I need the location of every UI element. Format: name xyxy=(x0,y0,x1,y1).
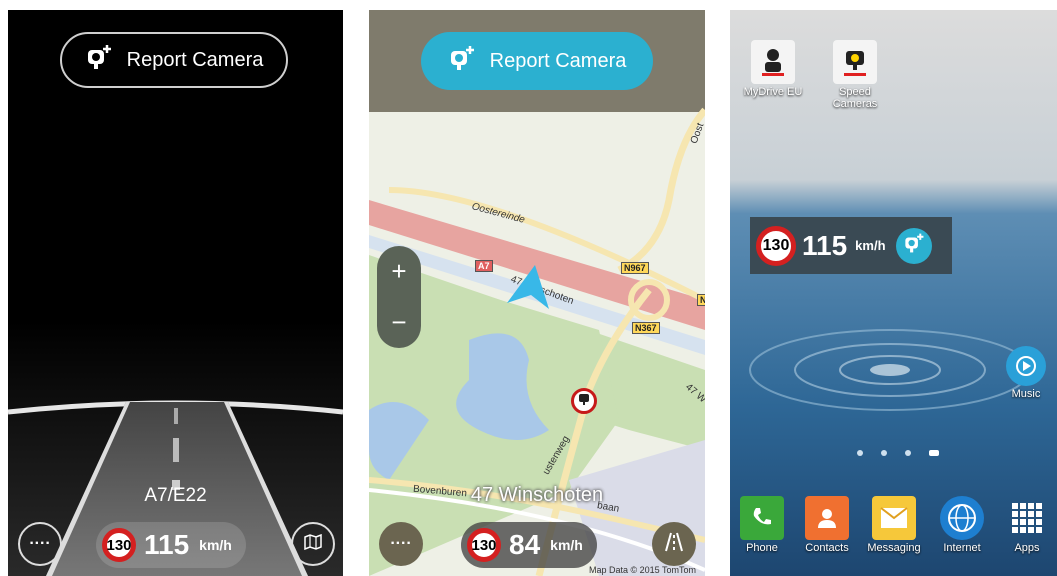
speed-unit: km/h xyxy=(550,537,583,553)
app-mydrive[interactable]: MyDrive EU xyxy=(738,40,808,98)
page-indicator xyxy=(730,450,1057,456)
route-badge: N xyxy=(697,294,705,306)
app-label: Messaging xyxy=(867,542,921,554)
dock-contacts[interactable]: Contacts xyxy=(794,496,860,554)
more-dots-icon: ···· xyxy=(29,535,51,552)
map-view-panel: Report Camera Oostereinde A7 N967 N367 N… xyxy=(369,10,705,576)
road-name: A7/E22 xyxy=(144,485,207,506)
tomtom-speedcam-icon xyxy=(833,40,877,84)
messaging-icon xyxy=(872,496,916,540)
report-camera-button[interactable]: Report Camera xyxy=(421,32,653,90)
speed-display: 130 115 km/h xyxy=(96,522,246,568)
route-badge: N967 xyxy=(621,262,649,274)
current-position-arrow-icon xyxy=(505,265,555,320)
tomtom-mydrive-icon xyxy=(751,40,795,84)
speed-limit-sign: 130 xyxy=(756,225,796,266)
music-icon xyxy=(1006,346,1046,386)
speed-unit: km/h xyxy=(855,238,886,253)
app-label: Apps xyxy=(1014,542,1040,554)
app-label: Internet xyxy=(943,542,981,554)
app-label: MyDrive EU xyxy=(743,86,803,98)
contacts-icon xyxy=(805,496,849,540)
dock-messaging[interactable]: Messaging xyxy=(860,496,928,554)
report-camera-label: Report Camera xyxy=(489,49,627,72)
zoom-control: + − xyxy=(377,246,421,348)
map-attribution: Map Data © 2015 TomTom xyxy=(589,565,697,575)
camera-plus-icon xyxy=(85,43,113,77)
page-dot[interactable] xyxy=(880,450,887,456)
current-speed: 84 xyxy=(509,529,541,560)
page-dot-active[interactable] xyxy=(928,450,939,456)
app-music[interactable]: Music xyxy=(996,346,1056,400)
globe-icon xyxy=(940,496,984,540)
speed-camera-marker[interactable] xyxy=(571,388,597,414)
app-label: Phone xyxy=(746,542,778,554)
more-menu-button[interactable]: ···· xyxy=(379,522,423,566)
phone-icon xyxy=(740,496,784,540)
report-camera-button[interactable]: Report Camera xyxy=(60,32,288,88)
road-icon xyxy=(665,532,683,557)
page-dot[interactable] xyxy=(904,450,911,456)
zoom-out-button[interactable]: − xyxy=(391,307,406,338)
page-dot[interactable] xyxy=(856,450,863,456)
driving-view-panel: Report Camera A7/E22 ···· 130 115 km/h xyxy=(8,10,343,576)
route-view-button[interactable] xyxy=(652,522,696,566)
app-speed-cameras[interactable]: Speed Cameras xyxy=(820,40,890,110)
report-camera-label: Report Camera xyxy=(126,48,264,71)
dock-internet[interactable]: Internet xyxy=(928,496,996,554)
report-camera-button[interactable] xyxy=(895,227,932,264)
current-street-label: 47 Winschoten xyxy=(470,484,604,506)
map-icon xyxy=(304,533,322,555)
dock-phone[interactable]: Phone xyxy=(730,496,794,554)
dock-apps[interactable]: Apps xyxy=(996,496,1057,554)
camera-plus-icon xyxy=(448,44,476,78)
app-label: Speed Cameras xyxy=(832,86,878,110)
route-badge: N367 xyxy=(632,322,660,334)
app-label: Music xyxy=(1011,388,1041,400)
speed-limit-sign: 130 xyxy=(467,528,501,562)
map-view-button[interactable] xyxy=(291,522,335,566)
current-speed: 115 xyxy=(144,529,190,560)
zoom-in-button[interactable]: + xyxy=(391,256,406,287)
more-menu-button[interactable]: ···· xyxy=(18,522,62,566)
current-speed: 115 xyxy=(802,229,848,261)
speed-limit-sign: 130 xyxy=(102,528,136,562)
app-label: Contacts xyxy=(805,542,849,554)
apps-grid-icon xyxy=(1005,496,1049,540)
route-badge: A7 xyxy=(475,260,493,272)
speed-camera-icon xyxy=(577,392,591,411)
camera-plus-icon xyxy=(903,232,925,259)
speed-camera-widget[interactable]: 130 115 km/h xyxy=(750,217,952,274)
home-screen-panel: MyDrive EU Speed Cameras 130 115 km/h Mu… xyxy=(730,10,1057,576)
app-dock: Phone Contacts Messaging Internet Apps xyxy=(730,496,1057,554)
speed-unit: km/h xyxy=(199,537,232,553)
speed-display: 130 84 km/h xyxy=(461,522,597,568)
more-dots-icon: ···· xyxy=(390,535,412,552)
